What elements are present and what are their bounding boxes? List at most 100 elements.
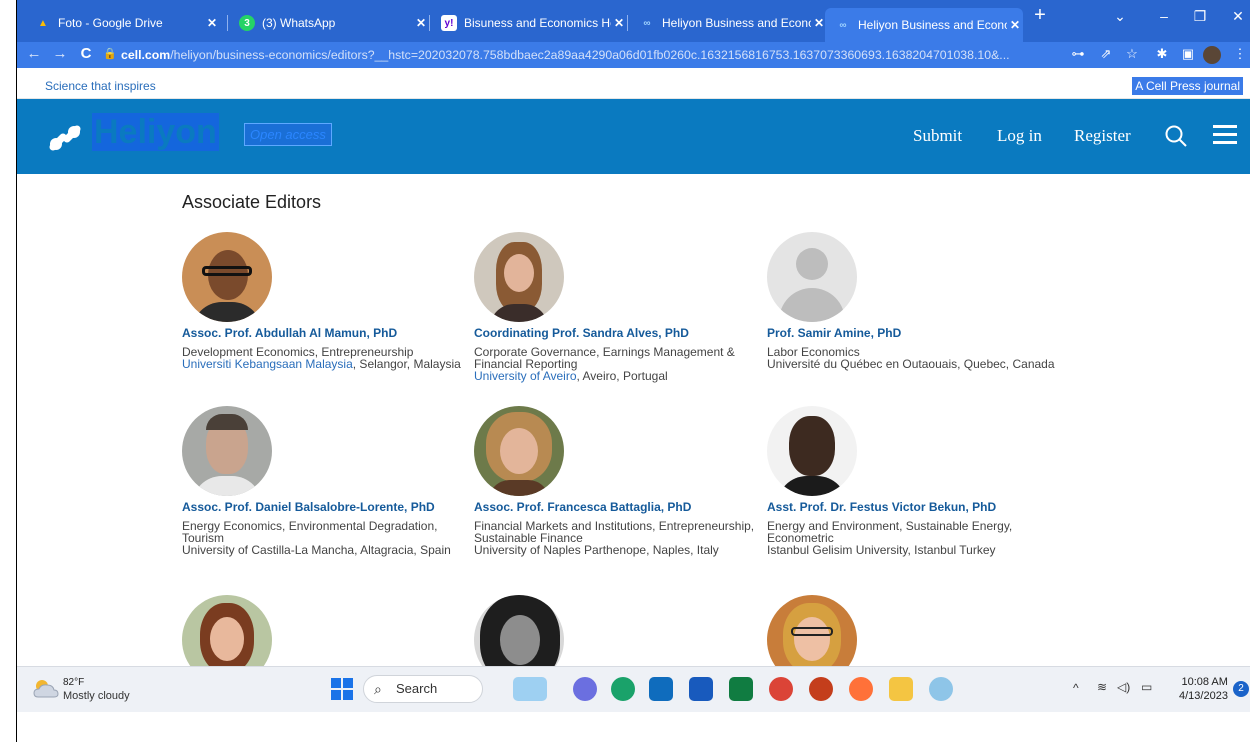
restore-button[interactable]: ❐ xyxy=(1185,8,1215,25)
tab-search-chevron-icon[interactable]: ⌄ xyxy=(1105,8,1135,25)
volume-icon[interactable]: ◁) xyxy=(1117,680,1130,694)
new-tab-button[interactable]: + xyxy=(1025,4,1055,27)
editor-details: Labor Economics Université du Québec en O… xyxy=(767,345,1055,371)
editor-name[interactable]: Assoc. Prof. Daniel Balsalobre-Lorente, … xyxy=(182,500,472,514)
editor-card: Asst. Prof. Dr. Festus Victor Bekun, PhD… xyxy=(767,406,1057,556)
share-icon[interactable]: ⇗ xyxy=(1097,46,1115,62)
close-window-button[interactable]: ✕ xyxy=(1223,8,1250,25)
excel-icon[interactable] xyxy=(729,677,753,701)
avatar-placeholder[interactable] xyxy=(767,232,857,322)
editor-name[interactable]: Coordinating Prof. Sandra Alves, PhD xyxy=(474,326,764,340)
login-link[interactable]: Log in xyxy=(997,126,1042,146)
weather-temperature[interactable]: 82°F xyxy=(63,677,84,688)
battery-icon[interactable]: ▭ xyxy=(1141,680,1152,694)
notification-badge[interactable]: 2 xyxy=(1233,681,1249,697)
tab-google-drive[interactable]: ▲ Foto - Google Drive ✕ xyxy=(25,8,220,38)
editor-details: Energy and Environment, Sustainable Ener… xyxy=(767,519,1013,557)
back-button[interactable]: ← xyxy=(23,45,45,62)
top-strip: Science that inspires A Cell Press journ… xyxy=(17,68,1250,99)
windows-start-icon[interactable] xyxy=(331,678,353,700)
editor-name[interactable]: Prof. Samir Amine, PhD xyxy=(767,326,1057,340)
editor-card: Prof. Samir Amine, PhD Labor Economics Un… xyxy=(767,232,1057,370)
section-title: Associate Editors xyxy=(182,192,322,212)
tagline: Science that inspires xyxy=(45,79,156,93)
whatsapp-icon: 3 xyxy=(239,15,255,31)
close-icon[interactable]: ✕ xyxy=(1007,18,1023,32)
search-icon[interactable] xyxy=(1163,123,1189,149)
page-bottom xyxy=(17,712,1250,742)
heliyon-logo[interactable]: Heliyon xyxy=(92,113,219,152)
heliyon-icon: ∞ xyxy=(839,19,847,31)
teams-chat-icon[interactable] xyxy=(573,677,597,701)
site-header: Heliyon Open access Submit Log in Regist… xyxy=(17,99,1250,174)
avatar[interactable] xyxy=(767,406,857,496)
minimize-button[interactable]: – xyxy=(1149,8,1179,24)
browser-window: ▲ Foto - Google Drive ✕ 3 (3) WhatsApp ✕… xyxy=(16,0,1250,742)
menu-kebab-icon[interactable]: ⋮ xyxy=(1231,46,1249,62)
hamburger-menu-icon[interactable] xyxy=(1213,125,1237,145)
tab-yahoo[interactable]: y! Bisuness and Economics Heli ✕ xyxy=(431,8,627,38)
powerpoint-icon[interactable] xyxy=(809,677,833,701)
avatar[interactable] xyxy=(182,595,272,666)
sidepanel-icon[interactable]: ▣ xyxy=(1179,46,1197,62)
editor-card: Assoc. Prof. Daniel Balsalobre-Lorente, … xyxy=(182,406,472,556)
windows-taskbar: 82°F Mostly cloudy ⌕ Search ^ ≋ ◁) ▭ 10:… xyxy=(17,666,1250,712)
editor-name[interactable]: Asst. Prof. Dr. Festus Victor Bekun, PhD xyxy=(767,500,1057,514)
editor-details: Development Economics, Entrepreneurship U… xyxy=(182,345,461,371)
yahoo-icon: y! xyxy=(441,15,457,31)
taskbar-search-box[interactable]: ⌕ Search xyxy=(363,675,483,703)
extensions-icon[interactable]: ✱ xyxy=(1153,46,1171,62)
close-icon[interactable]: ✕ xyxy=(413,16,429,30)
avatar[interactable] xyxy=(182,232,272,322)
cell-press-label[interactable]: A Cell Press journal xyxy=(1132,77,1243,95)
editor-details: Energy Economics, Environmental Degradat… xyxy=(182,519,451,557)
tab-whatsapp[interactable]: 3 (3) WhatsApp ✕ xyxy=(229,8,429,38)
editor-name[interactable]: Assoc. Prof. Francesca Battaglia, PhD xyxy=(474,500,764,514)
key-icon[interactable]: ⊶ xyxy=(1069,46,1087,62)
tab-heliyon-1[interactable]: ∞ Heliyon Business and Econor ✕ xyxy=(629,8,827,38)
wifi-icon[interactable]: ≋ xyxy=(1097,680,1107,694)
editor-details: Corporate Governance, Earnings Managemen… xyxy=(474,345,735,383)
editor-card xyxy=(182,595,472,666)
university-link[interactable]: Universiti Kebangsaan Malaysia xyxy=(182,357,353,371)
address-toolbar: ← → C 🔒 cell.com/heliyon/business-econom… xyxy=(17,42,1250,68)
star-icon[interactable]: ☆ xyxy=(1123,46,1141,62)
editor-card: Assoc. Prof. Abdullah Al Mamun, PhD Deve… xyxy=(182,232,472,370)
tab-strip: ▲ Foto - Google Drive ✕ 3 (3) WhatsApp ✕… xyxy=(17,0,1250,42)
firefox-icon[interactable] xyxy=(849,677,873,701)
register-link[interactable]: Register xyxy=(1074,126,1131,146)
address-bar[interactable]: cell.com/heliyon/business-economics/edit… xyxy=(121,45,1091,65)
paint-icon[interactable] xyxy=(929,677,953,701)
university-link[interactable]: University of Aveiro xyxy=(474,369,577,383)
avatar[interactable] xyxy=(474,232,564,322)
widgets-icon[interactable] xyxy=(513,677,547,701)
avatar[interactable] xyxy=(182,406,272,496)
reload-button[interactable]: C xyxy=(75,45,97,62)
forward-button[interactable]: → xyxy=(49,45,71,62)
lock-icon: 🔒 xyxy=(103,48,117,60)
close-icon[interactable]: ✕ xyxy=(611,16,627,30)
submit-link[interactable]: Submit xyxy=(913,126,962,146)
mail-icon[interactable] xyxy=(649,677,673,701)
close-icon[interactable]: ✕ xyxy=(204,16,220,30)
weather-cloud-icon[interactable] xyxy=(33,677,59,699)
avatar[interactable] xyxy=(767,595,857,666)
open-access-badge: Open access xyxy=(244,123,332,146)
editor-card: Coordinating Prof. Sandra Alves, PhD Cor… xyxy=(474,232,764,382)
file-explorer-icon[interactable] xyxy=(889,677,913,701)
avatar[interactable] xyxy=(474,595,564,666)
editor-name[interactable]: Assoc. Prof. Abdullah Al Mamun, PhD xyxy=(182,326,472,340)
avatar[interactable] xyxy=(474,406,564,496)
word-icon[interactable] xyxy=(689,677,713,701)
edge-icon[interactable] xyxy=(611,677,635,701)
heliyon-icon: ∞ xyxy=(643,17,651,29)
weather-description[interactable]: Mostly cloudy xyxy=(63,690,130,702)
tab-heliyon-active[interactable]: ∞ Heliyon Business and Econor ✕ xyxy=(825,8,1023,42)
system-clock[interactable]: 10:08 AM 4/13/2023 xyxy=(1179,675,1228,703)
editor-details: Financial Markets and Institutions, Entr… xyxy=(474,519,755,557)
chrome-icon[interactable] xyxy=(769,677,793,701)
profile-avatar[interactable] xyxy=(1203,46,1221,64)
heliyon-logo-icon[interactable] xyxy=(47,121,83,155)
chevron-up-icon[interactable]: ^ xyxy=(1073,681,1079,695)
web-page: Science that inspires A Cell Press journ… xyxy=(17,68,1250,666)
